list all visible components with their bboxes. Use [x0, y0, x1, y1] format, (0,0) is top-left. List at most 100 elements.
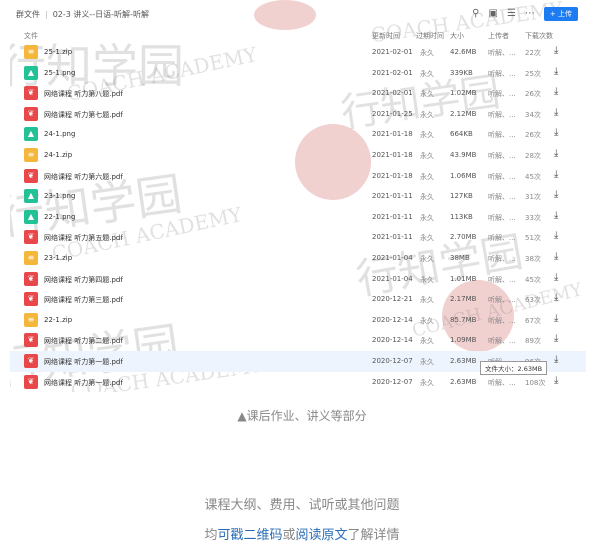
download-icon[interactable]: ⤓: [554, 375, 558, 386]
download-icon[interactable]: ⤓: [554, 313, 558, 324]
file-name[interactable]: 23-1.zip: [44, 254, 72, 262]
header-downloads[interactable]: 下载次数: [525, 31, 553, 41]
file-date: 2021-01-11: [372, 212, 413, 221]
file-name[interactable]: 网络课程 听力第五题.pdf: [44, 233, 123, 243]
search-icon[interactable]: ⚲: [472, 8, 479, 20]
file-size: 1.01MB: [450, 274, 477, 283]
file-expire: 永久: [420, 337, 434, 346]
file-date: 2021-01-04: [372, 253, 413, 262]
read-original-link[interactable]: 阅读原文: [296, 528, 348, 543]
file-date: 2020-12-14: [372, 315, 413, 324]
more-icon[interactable]: ⋯: [525, 8, 535, 20]
folder-icon[interactable]: ▣: [488, 8, 497, 20]
breadcrumb-current[interactable]: 02-3 讲义--日语-听解-听解: [53, 9, 149, 20]
file-size: 42.6MB: [450, 48, 477, 56]
pdf-file-icon: ❦: [24, 168, 38, 183]
download-icon[interactable]: ⤓: [554, 107, 558, 118]
file-name[interactable]: 25-1.png: [44, 69, 75, 77]
file-date: 2020-12-14: [372, 336, 413, 345]
file-name[interactable]: 24-1.zip: [44, 151, 72, 159]
file-expire: 永久: [420, 90, 434, 99]
file-expire: 永久: [420, 254, 434, 263]
download-icon[interactable]: ⤓: [554, 66, 558, 77]
download-icon[interactable]: ⤓: [554, 189, 558, 200]
file-date: 2020-12-07: [372, 356, 413, 365]
download-icon[interactable]: ⤓: [554, 292, 558, 303]
file-row[interactable]: ▲ 25-1.png 2021-02-01 永久 339KB 听解、... 25次 ⤓: [10, 63, 586, 84]
file-manager-screenshot: 行知学园 COACH ACADEMY 行知学园 COACH ACADEMY 行知…: [10, 0, 586, 392]
file-date: 2020-12-21: [372, 295, 413, 304]
file-name[interactable]: 25-1.zip: [44, 48, 72, 56]
pdf-file-icon: ❦: [24, 353, 38, 368]
file-row[interactable]: ❦ 网络课程 听力第二题.pdf 2020-12-14 永久 1.09MB 听解、... 8…: [10, 330, 586, 351]
file-uploader: 听解、...: [488, 234, 516, 243]
screenshot-caption: ▲课后作业、讲义等部分: [237, 409, 367, 423]
header-name[interactable]: 文件: [24, 31, 38, 41]
download-icon[interactable]: ⤓: [554, 45, 558, 56]
file-downloads: 63次: [525, 296, 541, 305]
header-size[interactable]: 大小: [450, 31, 464, 41]
file-name[interactable]: 22-1.zip: [44, 316, 72, 324]
file-size: 1.09MB: [450, 336, 477, 345]
download-icon[interactable]: ⤓: [554, 169, 558, 180]
file-uploader: 听解、...: [488, 172, 516, 181]
download-icon[interactable]: ⤓: [554, 86, 558, 97]
qr-code-link[interactable]: 可戳二维码: [217, 528, 282, 543]
info-line-1: 课程大纲、费用、试听或其他问题: [204, 498, 400, 513]
info-line-2: 均可戳二维码或阅读原文了解详情: [0, 524, 604, 543]
pdf-file-icon: ❦: [24, 230, 38, 245]
pdf-file-icon: ❦: [24, 374, 38, 389]
file-row[interactable]: ≡ 24-1.zip 2021-01-18 永久 43.9MB 听解、... 28次 ⤓: [10, 145, 586, 166]
file-date: 2021-01-11: [372, 192, 413, 201]
file-name[interactable]: 网络课程 听力第一题.pdf: [44, 357, 123, 367]
file-row[interactable]: ❦ 网络课程 听力第四题.pdf 2021-01-04 永久 1.01MB 听解、... 4…: [10, 269, 586, 290]
file-row[interactable]: ❦ 网络课程 听力第五题.pdf 2021-01-11 永久 2.70MB 听解、... 5…: [10, 227, 586, 248]
download-icon[interactable]: ⤓: [554, 210, 558, 221]
file-row[interactable]: ❦ 网络课程 听力第三题.pdf 2020-12-21 永久 2.17MB 听解、... 6…: [10, 289, 586, 310]
download-icon[interactable]: ⤓: [554, 333, 558, 344]
download-icon[interactable]: ⤓: [554, 230, 558, 241]
upload-button[interactable]: + 上传: [543, 7, 578, 21]
list-view-icon[interactable]: ☰: [507, 8, 516, 20]
download-icon[interactable]: ⤓: [554, 272, 558, 283]
file-name[interactable]: 网络课程 听力第三题.pdf: [44, 295, 123, 305]
file-row[interactable]: ▲ 23-1.png 2021-01-11 永久 127KB 听解、... 31次 ⤓: [10, 186, 586, 207]
file-name[interactable]: 网络课程 听力第四题.pdf: [44, 275, 123, 285]
download-icon[interactable]: ⤓: [554, 354, 558, 365]
header-uploader[interactable]: 上传者: [488, 31, 509, 41]
pdf-file-icon: ❦: [24, 292, 38, 307]
file-size: 2.12MB: [450, 109, 477, 118]
zip-file-icon: ≡: [24, 250, 38, 265]
file-row[interactable]: ❦ 网络课程 听力第六题.pdf 2021-01-18 永久 1.06MB 听解、... 4…: [10, 166, 586, 187]
breadcrumb-root[interactable]: 群文件: [16, 9, 40, 20]
file-row[interactable]: ≡ 25-1.zip 2021-02-01 永久 42.6MB 听解、... 22次 ⤓: [10, 42, 586, 63]
file-downloads: 38次: [525, 254, 541, 263]
file-row[interactable]: ≡ 23-1.zip 2021-01-04 永久 38MB 听解、... 38次 ⤓: [10, 248, 586, 269]
table-header: 文件 更新时间 过期时间 大小 上传者 下载次数: [10, 28, 586, 42]
file-name[interactable]: 网络课程 听力第八题.pdf: [44, 89, 123, 99]
file-name[interactable]: 24-1.png: [44, 130, 75, 138]
image-file-icon: ▲: [24, 209, 38, 224]
file-expire: 永久: [420, 193, 434, 202]
file-size: 2.70MB: [450, 233, 477, 242]
header-expire[interactable]: 过期时间: [416, 31, 444, 41]
file-name[interactable]: 23-1.png: [44, 192, 75, 200]
file-row[interactable]: ▲ 22-1.png 2021-01-11 永久 113KB 听解、... 33次 ⤓: [10, 207, 586, 228]
file-row[interactable]: ❦ 网络课程 听力第七题.pdf 2021-01-25 永久 2.12MB 听解、... 3…: [10, 104, 586, 125]
file-row[interactable]: ❦ 网络课程 听力第八题.pdf 2021-02-01 永久 1.02MB 听解、... 2…: [10, 83, 586, 104]
file-row[interactable]: ▲ 24-1.png 2021-01-18 永久 664KB 听解、... 26次 ⤓: [10, 124, 586, 145]
file-row[interactable]: ≡ 22-1.zip 2020-12-14 永久 85.7MB 听解、... 67次 ⤓: [10, 310, 586, 331]
info-prefix: 均: [204, 528, 218, 543]
download-icon[interactable]: ⤓: [554, 127, 558, 138]
header-date[interactable]: 更新时间: [372, 31, 400, 41]
file-name[interactable]: 网络课程 听力第二题.pdf: [44, 336, 123, 346]
download-icon[interactable]: ⤓: [554, 148, 558, 159]
file-size: 1.06MB: [450, 171, 477, 180]
file-downloads: 51次: [525, 234, 541, 243]
file-name[interactable]: 网络课程 听力第七题.pdf: [44, 110, 123, 120]
download-icon[interactable]: ⤓: [554, 251, 558, 262]
file-name[interactable]: 22-1.png: [44, 213, 75, 221]
file-name[interactable]: 网络课程 听力第一题.pdf: [44, 378, 123, 388]
breadcrumb: 群文件 | 02-3 讲义--日语-听解-听解: [16, 9, 149, 20]
file-name[interactable]: 网络课程 听力第六题.pdf: [44, 172, 123, 182]
